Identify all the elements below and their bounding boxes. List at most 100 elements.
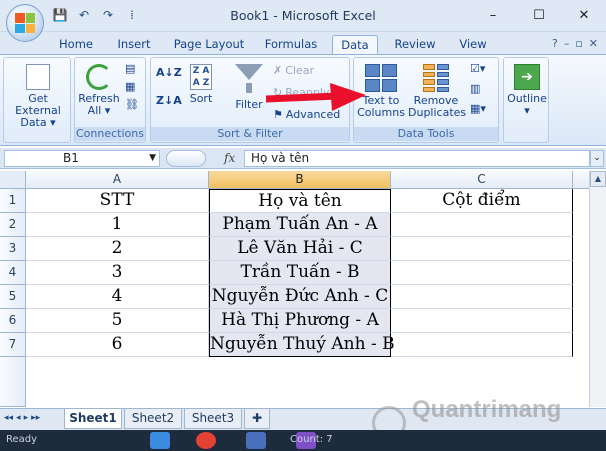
group-label-connections: Connections: [75, 127, 145, 141]
prev-sheet-icon[interactable]: ◂: [16, 413, 21, 423]
refresh-all-button[interactable]: Refresh All ▾: [77, 64, 121, 117]
first-sheet-icon[interactable]: ◂◂: [4, 413, 13, 423]
row-header-7[interactable]: 7: [0, 333, 26, 357]
name-box-dropdown-icon[interactable]: ▼: [149, 151, 156, 166]
row-header-4[interactable]: 4: [0, 261, 26, 285]
clear-button[interactable]: ✗ Clear: [273, 64, 314, 77]
scroll-up-icon[interactable]: ▲: [590, 171, 606, 187]
data-validation-icon[interactable]: ☑▾: [470, 62, 485, 75]
help-icon[interactable]: ?: [552, 37, 558, 50]
what-if-analysis-icon[interactable]: ▦▾: [470, 102, 486, 115]
formula-bar: B1 ▼ fx Họ và tên ⌄: [0, 148, 606, 169]
edit-links-icon[interactable]: ⛓: [125, 98, 139, 111]
remove-duplicates-icon: [423, 64, 449, 92]
tab-view[interactable]: View: [450, 35, 496, 54]
connections-icon[interactable]: ▤: [125, 62, 135, 75]
status-bar: Ready Count: 7: [0, 430, 606, 451]
cell-c4[interactable]: [391, 261, 573, 285]
tab-review[interactable]: Review: [386, 35, 444, 54]
maximize-button[interactable]: ☐: [516, 0, 562, 30]
text-to-columns-icon: [365, 64, 397, 92]
group-get-external: Get External Data ▾: [3, 57, 71, 143]
group-label-sort-filter: Sort & Filter: [151, 127, 349, 141]
cell-c6[interactable]: [391, 309, 573, 333]
tab-page-layout[interactable]: Page Layout: [168, 35, 250, 54]
ribbon-minimize-icon[interactable]: –: [564, 37, 570, 50]
cell-a1[interactable]: STT: [26, 189, 209, 213]
cell-c3[interactable]: [391, 237, 573, 261]
group-data-tools: Text to Columns Remove Duplicates ☑▾ ▥ ▦…: [353, 57, 499, 143]
ribbon-close-icon[interactable]: ✕: [589, 37, 598, 50]
close-button[interactable]: ✕: [562, 0, 606, 30]
next-sheet-icon[interactable]: ▸: [24, 413, 29, 423]
cell-b6[interactable]: Hà Thị Phương - A: [209, 309, 391, 333]
sheet-tab-sheet2[interactable]: Sheet2: [124, 409, 182, 429]
row-header-3[interactable]: 3: [0, 237, 26, 261]
cell-c5[interactable]: [391, 285, 573, 309]
cell-b5[interactable]: Nguyễn Đức Anh - C: [209, 285, 391, 309]
name-box[interactable]: B1 ▼: [4, 150, 160, 167]
remove-duplicates-button[interactable]: Remove Duplicates: [408, 64, 466, 119]
fx-icon[interactable]: fx: [224, 151, 235, 165]
cell-a6[interactable]: 5: [26, 309, 209, 333]
minimize-button[interactable]: –: [470, 0, 516, 30]
cell-c1[interactable]: Cột điểm: [391, 189, 573, 213]
get-external-data-button[interactable]: Get External Data ▾: [6, 64, 70, 129]
sheet-tab-sheet1[interactable]: Sheet1: [64, 409, 122, 429]
select-all-corner[interactable]: [0, 171, 26, 189]
cell-b3[interactable]: Lê Văn Hải - C: [209, 237, 391, 261]
cell-c7[interactable]: [391, 333, 573, 357]
red-arrow-annotation: [266, 83, 366, 111]
filter-button[interactable]: Filter: [229, 64, 269, 111]
watermark-text: Quantrimang: [412, 396, 562, 423]
tab-insert[interactable]: Insert: [108, 35, 160, 54]
chrome-taskbar-icon[interactable]: [196, 432, 216, 449]
sheet-nav: ◂◂ ◂ ▸ ▸▸: [4, 413, 40, 423]
row-header-2[interactable]: 2: [0, 213, 26, 237]
sheet-tab-sheet3[interactable]: Sheet3: [184, 409, 242, 429]
outline-icon: ➔: [514, 64, 540, 90]
column-header-a[interactable]: A: [26, 171, 209, 189]
vertical-scrollbar[interactable]: ▲: [589, 171, 606, 407]
status-ready: Ready: [6, 434, 38, 445]
file-explorer-taskbar-icon[interactable]: [150, 432, 170, 449]
sort-ascending-icon[interactable]: A↓Z: [156, 66, 182, 79]
ribbon-tabs: Home Insert Page Layout Formulas Data Re…: [0, 32, 606, 54]
row-header-1[interactable]: 1: [0, 189, 26, 213]
tab-formulas[interactable]: Formulas: [257, 35, 325, 54]
tab-home[interactable]: Home: [52, 35, 100, 54]
cell-b4[interactable]: Trần Tuấn - B: [209, 261, 391, 285]
formula-input[interactable]: Họ và tên: [244, 150, 590, 167]
sort-descending-icon[interactable]: Z↓A: [156, 94, 182, 107]
group-connections: Refresh All ▾ ▤ ▦ ⛓ Connections: [74, 57, 146, 143]
group-outline: ➔ Outline ▾: [503, 57, 549, 143]
cell-c2[interactable]: [391, 213, 573, 237]
cell-a5[interactable]: 4: [26, 285, 209, 309]
cell-a3[interactable]: 2: [26, 237, 209, 261]
cell-a4[interactable]: 3: [26, 261, 209, 285]
app-taskbar-icon[interactable]: [246, 432, 266, 449]
formula-bar-splitter[interactable]: [166, 150, 206, 167]
outline-button[interactable]: ➔ Outline ▾: [506, 64, 548, 117]
expand-formula-bar-icon[interactable]: ⌄: [590, 150, 604, 167]
consolidate-icon[interactable]: ▥: [470, 82, 480, 95]
group-label-data-tools: Data Tools: [354, 127, 498, 141]
sort-button[interactable]: Z AA Z Sort: [183, 64, 219, 105]
cell-a7[interactable]: 6: [26, 333, 209, 357]
cell-a2[interactable]: 1: [26, 213, 209, 237]
funnel-icon: [235, 64, 263, 80]
row-header-6[interactable]: 6: [0, 309, 26, 333]
row-header-5[interactable]: 5: [0, 285, 26, 309]
tab-data[interactable]: Data: [332, 35, 378, 54]
cell-b1[interactable]: Họ và tên: [209, 189, 391, 213]
properties-icon[interactable]: ▦: [125, 80, 135, 93]
column-header-b[interactable]: B: [209, 171, 391, 189]
last-sheet-icon[interactable]: ▸▸: [31, 413, 40, 423]
column-header-c[interactable]: C: [391, 171, 573, 189]
ribbon-restore-icon[interactable]: ▫: [575, 37, 582, 50]
cell-b7[interactable]: Nguyễn Thuý Anh - B: [209, 333, 395, 357]
office-button[interactable]: [6, 4, 44, 42]
cell-b2[interactable]: Phạm Tuấn An - A: [209, 213, 391, 237]
insert-sheet-icon[interactable]: ✚: [244, 409, 270, 429]
column-header-d[interactable]: [573, 171, 589, 189]
